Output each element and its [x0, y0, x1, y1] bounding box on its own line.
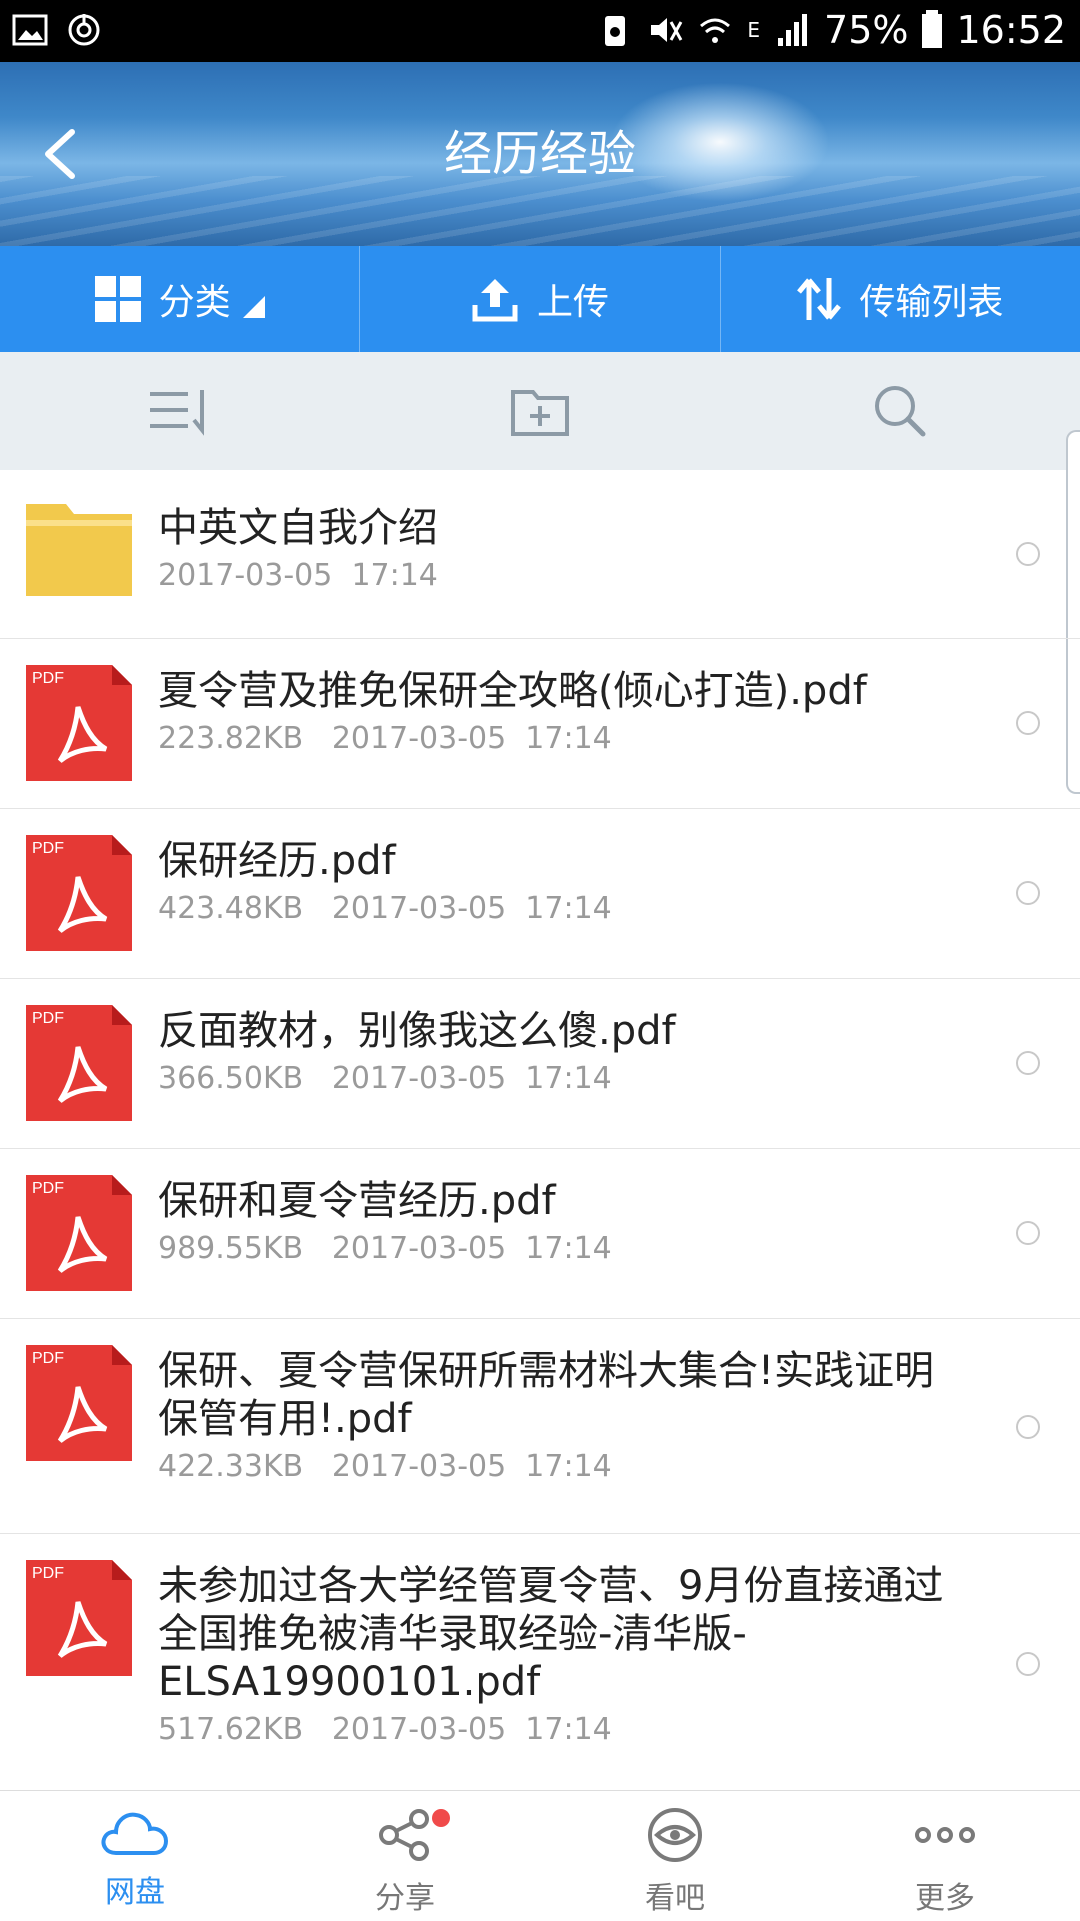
nav-watch[interactable]: 看吧 — [540, 1791, 810, 1921]
select-radio[interactable] — [1016, 1051, 1040, 1075]
add-folder-icon — [511, 390, 569, 436]
gallery-notification-icon — [12, 14, 48, 46]
notification-dot — [432, 1809, 450, 1827]
network-type-label: E — [747, 18, 761, 42]
nav-label: 更多 — [915, 1881, 975, 1916]
clock: 16:52 — [956, 8, 1066, 52]
dropdown-triangle-icon — [242, 296, 265, 318]
select-radio[interactable] — [1016, 1221, 1040, 1245]
nav-cloud-drive[interactable]: 网盘 — [0, 1791, 270, 1921]
transfer-arrows-icon — [797, 278, 842, 320]
new-folder-button[interactable] — [360, 352, 720, 470]
file-meta: 517.62KB 2017-03-05 17:14 — [158, 1712, 612, 1747]
status-bar: E 75% 16:52 — [0, 0, 1080, 62]
toolbar: 分类 上传 传输列表 — [0, 246, 1080, 352]
upload-icon — [472, 279, 518, 322]
eye-icon — [648, 1808, 702, 1862]
sort-button[interactable] — [0, 352, 360, 470]
page-title: 经历经验 — [443, 126, 636, 182]
file-name: 反面教材，别像我这么傻.pdf — [158, 1008, 676, 1054]
category-label: 分类 — [158, 282, 231, 323]
pdf-file-icon: PDF — [26, 1175, 132, 1291]
banner-waves — [0, 176, 1080, 246]
category-button[interactable]: 分类 — [0, 246, 361, 352]
folder-icon — [26, 504, 132, 596]
file-name: 保研经历.pdf — [158, 838, 396, 884]
file-meta: 423.48KB 2017-03-05 17:14 — [158, 891, 612, 926]
file-name: 保研、夏令营保研所需材料大集合!实践证明保管有用!.pdf — [158, 1348, 935, 1442]
nav-label: 分享 — [375, 1881, 435, 1916]
svg-text:PDF: PDF — [32, 1350, 64, 1367]
svg-text:PDF: PDF — [32, 1565, 64, 1582]
pdf-file-icon: PDF — [26, 835, 132, 951]
header-banner: 经历经验 — [0, 62, 1080, 246]
sort-icon — [150, 390, 204, 436]
nav-share[interactable]: 分享 — [270, 1791, 540, 1921]
file-name: 夏令营及推免保研全攻略(倾心打造).pdf — [158, 668, 867, 714]
upload-label: 上传 — [536, 282, 609, 323]
file-meta: 223.82KB 2017-03-05 17:14 — [158, 721, 612, 756]
nav-more[interactable]: 更多 — [810, 1791, 1080, 1921]
file-meta: 2017-03-05 17:14 — [158, 558, 438, 593]
battery-saver-icon — [605, 16, 626, 46]
nav-label: 网盘 — [105, 1875, 165, 1910]
file-name: 未参加过各大学经管夏令营、9月份直接通过全国推免被清华录取经验-清华版-ELSA… — [158, 1563, 944, 1705]
share-icon — [379, 1809, 429, 1861]
transfer-list-button[interactable]: 传输列表 — [721, 246, 1080, 352]
mute-icon — [651, 18, 683, 42]
select-radio[interactable] — [1016, 542, 1040, 566]
search-button[interactable] — [720, 352, 1080, 470]
transfer-label: 传输列表 — [859, 282, 1004, 323]
svg-text:PDF: PDF — [32, 840, 64, 857]
list-item-folder[interactable]: 中英文自我介绍 2017-03-05 17:14 — [0, 470, 1080, 639]
select-radio[interactable] — [1016, 1415, 1040, 1439]
upload-button[interactable]: 上传 — [360, 246, 721, 352]
list-item-pdf[interactable]: PDF 夏令营及推免保研全攻略(倾心打造).pdf 223.82KB 2017-… — [0, 639, 1080, 809]
action-row — [0, 352, 1080, 470]
file-name: 中英文自我介绍 — [158, 505, 438, 551]
search-icon — [875, 386, 926, 437]
list-item-pdf[interactable]: PDF 保研经历.pdf 423.48KB 2017-03-05 17:14 — [0, 809, 1080, 979]
file-meta: 989.55KB 2017-03-05 17:14 — [158, 1231, 612, 1266]
file-name: 保研和夏令营经历.pdf — [158, 1178, 556, 1224]
select-radio[interactable] — [1016, 711, 1040, 735]
pdf-file-icon: PDF — [26, 1560, 132, 1676]
bottom-nav: 网盘 分享 看吧 更多 — [0, 1790, 1080, 1921]
svg-text:PDF: PDF — [32, 1010, 64, 1027]
battery-icon — [922, 10, 943, 48]
pdf-file-icon: PDF — [26, 1005, 132, 1121]
select-radio[interactable] — [1016, 881, 1040, 905]
file-list: 中英文自我介绍 2017-03-05 17:14 PDF 夏令营及推免保研全攻略… — [0, 470, 1080, 1794]
wifi-icon — [700, 18, 731, 43]
battery-percent: 75% — [824, 8, 909, 52]
select-radio[interactable] — [1016, 1652, 1040, 1676]
file-meta: 366.50KB 2017-03-05 17:14 — [158, 1061, 612, 1096]
grid-icon — [94, 276, 141, 322]
svg-text:PDF: PDF — [32, 670, 64, 687]
sync-notification-icon — [68, 14, 100, 46]
svg-text:PDF: PDF — [32, 1180, 64, 1197]
list-item-pdf[interactable]: PDF 反面教材，别像我这么傻.pdf 366.50KB 2017-03-05 … — [0, 979, 1080, 1149]
nav-label: 看吧 — [645, 1881, 705, 1916]
cloud-icon — [101, 1812, 169, 1855]
more-icon — [915, 1827, 975, 1843]
list-item-pdf[interactable]: PDF 保研、夏令营保研所需材料大集合!实践证明保管有用!.pdf 422.33… — [0, 1319, 1080, 1534]
pdf-file-icon: PDF — [26, 665, 132, 781]
pdf-file-icon: PDF — [26, 1345, 132, 1461]
list-item-pdf[interactable]: PDF 未参加过各大学经管夏令营、9月份直接通过全国推免被清华录取经验-清华版-… — [0, 1534, 1080, 1794]
file-meta: 422.33KB 2017-03-05 17:14 — [158, 1449, 612, 1484]
signal-icon — [778, 14, 808, 46]
list-item-pdf[interactable]: PDF 保研和夏令营经历.pdf 989.55KB 2017-03-05 17:… — [0, 1149, 1080, 1319]
